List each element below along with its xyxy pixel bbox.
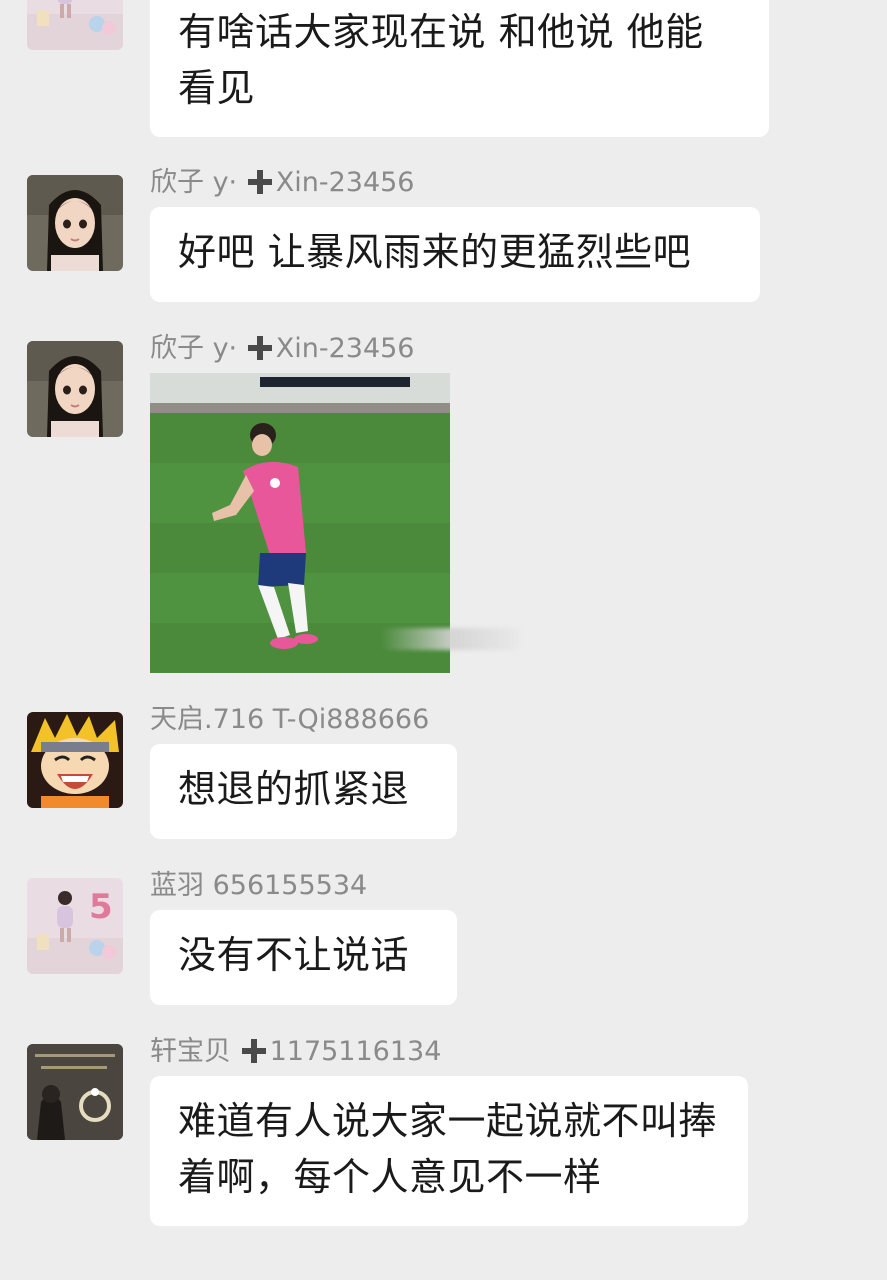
- sender-name: 欣子 y· Xin-23456: [150, 333, 415, 364]
- message-text: 有啥话大家现在说 和他说 他能看见: [178, 10, 704, 110]
- user-avatar-girl-party-icon[interactable]: 5: [27, 0, 123, 50]
- message-text: 没有不让说话: [178, 933, 410, 977]
- user-avatar-girl-party-icon[interactable]: 5: [27, 878, 123, 974]
- message-text: 难道有人说大家一起说就不叫捧着啊，每个人意见不一样: [178, 1099, 718, 1199]
- plus-icon: [247, 336, 272, 360]
- message-text: 想退的抓紧退: [178, 767, 410, 811]
- sender-name: 轩宝贝 1175116134: [150, 1036, 442, 1067]
- user-avatar-ring-photo-icon[interactable]: [27, 1044, 123, 1140]
- plus-icon: [241, 1039, 266, 1063]
- sender-name: 欣子 y· Xin-23456: [150, 167, 415, 198]
- message-bubble[interactable]: 好吧 让暴风雨来的更猛烈些吧: [150, 207, 760, 302]
- sender-name: 天启.716 T-Qi888666: [150, 704, 430, 735]
- user-avatar-anime-girl-icon[interactable]: [27, 175, 123, 271]
- svg-text:5: 5: [89, 0, 113, 3]
- message-bubble[interactable]: 难道有人说大家一起说就不叫捧着啊，每个人意见不一样: [150, 1076, 748, 1226]
- message-bubble[interactable]: 想退的抓紧退: [150, 744, 457, 839]
- user-avatar-anime-girl-icon[interactable]: [27, 341, 123, 437]
- user-avatar-naruto-icon[interactable]: [27, 712, 123, 808]
- sender-name: 蓝羽 656155534: [150, 870, 368, 901]
- message-text: 好吧 让暴风雨来的更猛烈些吧: [178, 230, 692, 274]
- message-bubble[interactable]: 有啥话大家现在说 和他说 他能看见: [150, 0, 769, 137]
- plus-icon: [247, 170, 272, 194]
- watermark: [380, 628, 520, 650]
- svg-text:5: 5: [89, 887, 113, 927]
- message-bubble[interactable]: 没有不让说话: [150, 910, 457, 1005]
